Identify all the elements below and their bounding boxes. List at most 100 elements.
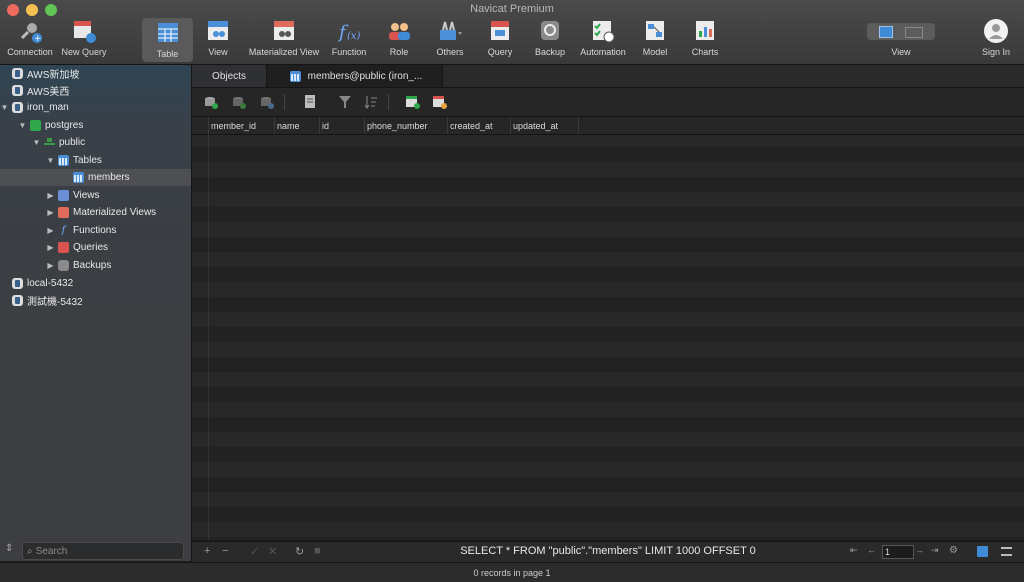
collapsed-arrow-icon[interactable]: ▶ bbox=[46, 208, 55, 217]
collapsed-arrow-icon[interactable]: ▶ bbox=[46, 226, 55, 235]
schema-icon bbox=[44, 137, 55, 148]
tree-item-local-5432[interactable]: local-5432 bbox=[0, 275, 191, 292]
expanded-arrow-icon[interactable]: ▼ bbox=[46, 156, 55, 165]
search-input[interactable] bbox=[32, 545, 169, 557]
expanded-arrow-icon[interactable]: ▼ bbox=[0, 103, 9, 112]
column-header-updated-at[interactable]: updated_at bbox=[510, 117, 579, 134]
search-field[interactable]: ⌕ bbox=[22, 542, 184, 560]
sort-toggle-icon[interactable]: ⇕ bbox=[5, 543, 13, 554]
tree-item-test-server-5432[interactable]: 測試機-5432 bbox=[0, 292, 191, 309]
collapsed-arrow-icon[interactable]: ▶ bbox=[46, 261, 55, 270]
automation-icon bbox=[590, 18, 616, 44]
toolbar-new-query-button[interactable]: New Query bbox=[60, 14, 108, 62]
view-mode-segmented-control[interactable] bbox=[867, 23, 935, 40]
filter-icon[interactable] bbox=[338, 95, 352, 109]
column-header-phone-number[interactable]: phone_number bbox=[364, 117, 448, 134]
tree-item-aws-singapore[interactable]: AWS新加坡 bbox=[0, 65, 191, 82]
query-icon bbox=[487, 18, 513, 44]
connection-tree-sidebar: AWS新加坡 AWS美西 ▼ iron_man ▼ postgres ▼ pub… bbox=[0, 65, 192, 561]
row-number-header bbox=[192, 117, 209, 134]
form-view-icon[interactable] bbox=[1001, 547, 1012, 556]
toolbar-materialized-view-button[interactable]: Materialized View bbox=[246, 14, 322, 62]
view-switcher[interactable]: View bbox=[866, 14, 936, 62]
backup-icon bbox=[537, 18, 563, 44]
commit-icon[interactable] bbox=[232, 95, 246, 109]
tree-item-aws-us-west[interactable]: AWS美西 bbox=[0, 82, 191, 99]
sort-icon[interactable] bbox=[364, 95, 378, 109]
previous-page-icon[interactable]: ← bbox=[867, 545, 876, 555]
views-icon bbox=[58, 190, 69, 201]
tree-item-queries[interactable]: ▶ Queries bbox=[0, 239, 191, 256]
toolbar-table-button[interactable]: Table bbox=[142, 18, 193, 62]
expanded-arrow-icon[interactable]: ▼ bbox=[18, 121, 27, 130]
toolbar-others-button[interactable]: Others bbox=[432, 14, 468, 62]
sidebar-view-icon[interactable] bbox=[879, 26, 893, 38]
database-icon bbox=[30, 120, 41, 131]
model-icon bbox=[642, 18, 668, 44]
toolbar-model-button[interactable]: Model bbox=[637, 14, 673, 62]
functions-icon: f bbox=[61, 225, 66, 236]
materialized-view-icon bbox=[271, 18, 297, 44]
last-page-icon[interactable]: ⇥ bbox=[931, 545, 939, 556]
toolbar-role-button[interactable]: Role bbox=[381, 14, 417, 62]
expanded-arrow-icon[interactable]: ▼ bbox=[32, 138, 41, 147]
svg-text:(x): (x) bbox=[347, 31, 361, 42]
settings-gear-icon[interactable]: ⚙ bbox=[949, 545, 958, 556]
tab-objects[interactable]: Objects bbox=[192, 65, 267, 87]
query-footer: + − ✓ ✕ ↻ ■ SELECT * FROM "public"."memb… bbox=[192, 541, 1024, 562]
tree-item-public[interactable]: ▼ public bbox=[0, 134, 191, 151]
materialized-views-icon bbox=[58, 207, 69, 218]
toolbar-view-button[interactable]: View bbox=[198, 14, 238, 62]
rollback-icon[interactable] bbox=[260, 95, 274, 109]
collapsed-arrow-icon[interactable]: ▶ bbox=[46, 191, 55, 200]
export-icon[interactable] bbox=[433, 95, 447, 109]
import-icon[interactable] bbox=[406, 95, 420, 109]
first-page-icon[interactable]: ⇤ bbox=[850, 545, 858, 556]
toolbar-divider bbox=[284, 94, 285, 110]
tree-item-materialized-views[interactable]: ▶ Materialized Views bbox=[0, 204, 191, 221]
main-toolbar: Navicat Premium + Connection New Query T… bbox=[0, 0, 1024, 65]
toolbar-automation-button[interactable]: Automation bbox=[578, 14, 628, 62]
toolbar-query-button[interactable]: Query bbox=[482, 14, 518, 62]
server-icon bbox=[12, 102, 23, 113]
column-header-created-at[interactable]: created_at bbox=[447, 117, 511, 134]
tree-item-views[interactable]: ▶ Views bbox=[0, 187, 191, 204]
grid-header: member_id name id phone_number created_a… bbox=[192, 117, 1024, 135]
page-number-input[interactable] bbox=[882, 545, 914, 559]
sign-in-button[interactable]: Sign In bbox=[978, 14, 1014, 62]
toolbar-divider bbox=[388, 94, 389, 110]
backups-icon bbox=[58, 260, 69, 271]
tree-item-members[interactable]: members bbox=[0, 169, 191, 186]
tree-item-iron-man[interactable]: ▼ iron_man bbox=[0, 99, 191, 116]
toolbar-connection-button[interactable]: + Connection bbox=[6, 14, 54, 62]
text-view-icon[interactable] bbox=[304, 95, 318, 109]
tree-item-tables[interactable]: ▼ Tables bbox=[0, 152, 191, 169]
tab-members-table[interactable]: members@public (iron_... bbox=[267, 65, 443, 87]
svg-text:+: + bbox=[34, 34, 42, 44]
column-header-member-id[interactable]: member_id bbox=[208, 117, 275, 134]
charts-icon bbox=[692, 18, 718, 44]
panel-view-icon[interactable] bbox=[905, 27, 923, 38]
queries-icon bbox=[58, 242, 69, 253]
view-icon bbox=[205, 18, 231, 44]
begin-transaction-icon[interactable] bbox=[204, 95, 218, 109]
tree-item-postgres[interactable]: ▼ postgres bbox=[0, 117, 191, 134]
next-page-icon[interactable]: → bbox=[915, 545, 924, 555]
column-header-name[interactable]: name bbox=[274, 117, 320, 134]
row-number-gutter bbox=[208, 134, 209, 540]
grid-view-icon[interactable] bbox=[977, 546, 988, 557]
collapsed-arrow-icon[interactable]: ▶ bbox=[46, 243, 55, 252]
toolbar-charts-button[interactable]: Charts bbox=[687, 14, 723, 62]
tree-item-backups[interactable]: ▶ Backups bbox=[0, 257, 191, 274]
new-query-icon bbox=[71, 18, 97, 44]
column-header-id[interactable]: id bbox=[319, 117, 365, 134]
table-icon bbox=[155, 20, 181, 46]
server-icon bbox=[12, 68, 23, 79]
toolbar-backup-button[interactable]: Backup bbox=[532, 14, 568, 62]
toolbar-function-button[interactable]: f (x) Function bbox=[329, 14, 369, 62]
status-bar: 0 records in page 1 bbox=[0, 562, 1024, 582]
data-grid[interactable]: member_id name id phone_number created_a… bbox=[192, 117, 1024, 540]
tree-item-functions[interactable]: ▶ f Functions bbox=[0, 222, 191, 239]
role-icon bbox=[386, 18, 412, 44]
records-status: 0 records in page 1 bbox=[473, 567, 551, 578]
